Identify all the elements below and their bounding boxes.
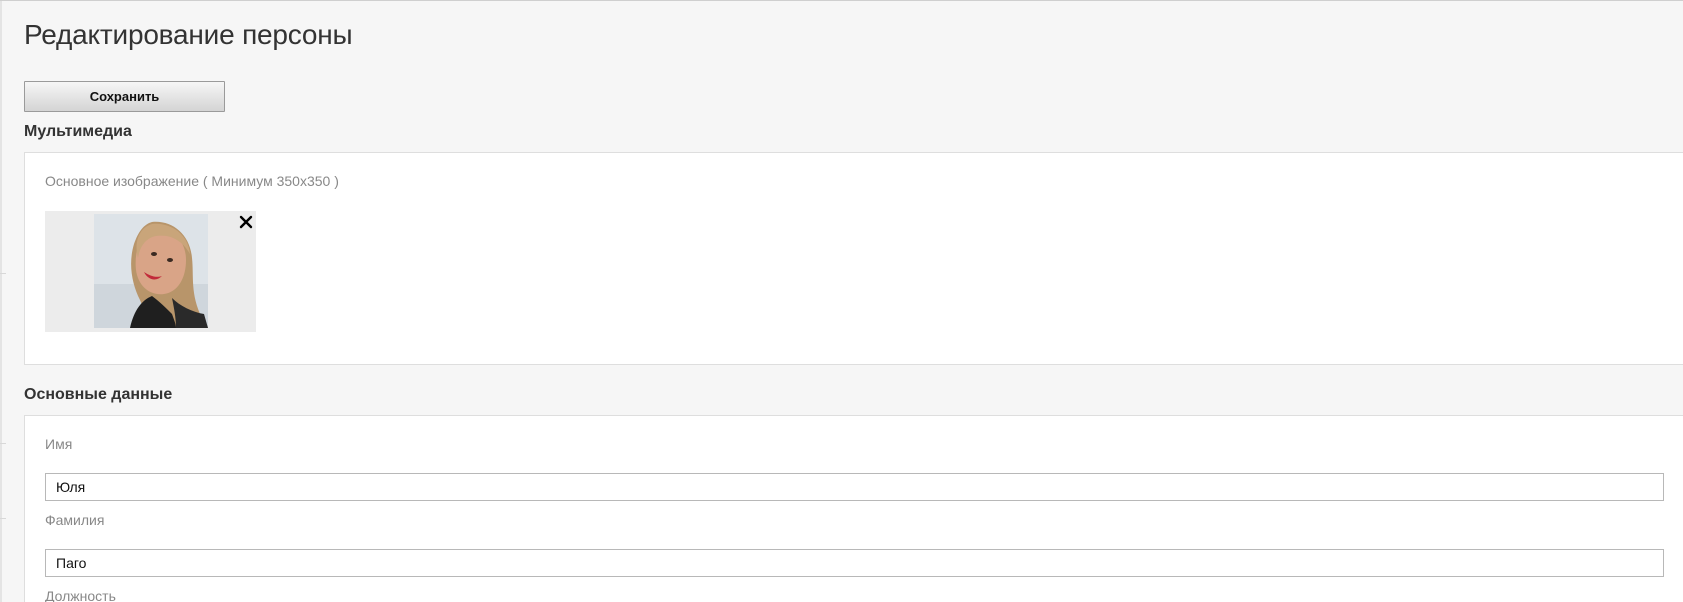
basic-data-panel: Имя Фамилия Должность xyxy=(24,415,1683,602)
last-name-label: Фамилия xyxy=(45,512,105,528)
multimedia-panel: Основное изображение ( Минимум 350x350 ) xyxy=(24,152,1683,365)
left-divider-tick xyxy=(0,443,6,444)
basic-data-section-title: Основные данные xyxy=(24,386,173,403)
close-icon[interactable] xyxy=(238,214,254,230)
left-divider-tick xyxy=(0,518,6,519)
position-label: Должность xyxy=(45,588,116,602)
main-image-preview xyxy=(45,211,256,332)
first-name-input[interactable] xyxy=(45,473,1664,501)
left-divider xyxy=(0,1,2,602)
save-button[interactable]: Сохранить xyxy=(24,81,225,112)
person-photo xyxy=(94,214,208,328)
first-name-label: Имя xyxy=(45,436,73,452)
last-name-input[interactable] xyxy=(45,549,1664,577)
edit-person-page: Редактирование персоны Сохранить Мультим… xyxy=(0,0,1683,602)
page-title: Редактирование персоны xyxy=(24,19,353,50)
multimedia-section-title: Мультимедиа xyxy=(24,123,132,140)
left-divider-tick xyxy=(0,273,6,274)
main-image-label: Основное изображение ( Минимум 350x350 ) xyxy=(45,173,339,189)
